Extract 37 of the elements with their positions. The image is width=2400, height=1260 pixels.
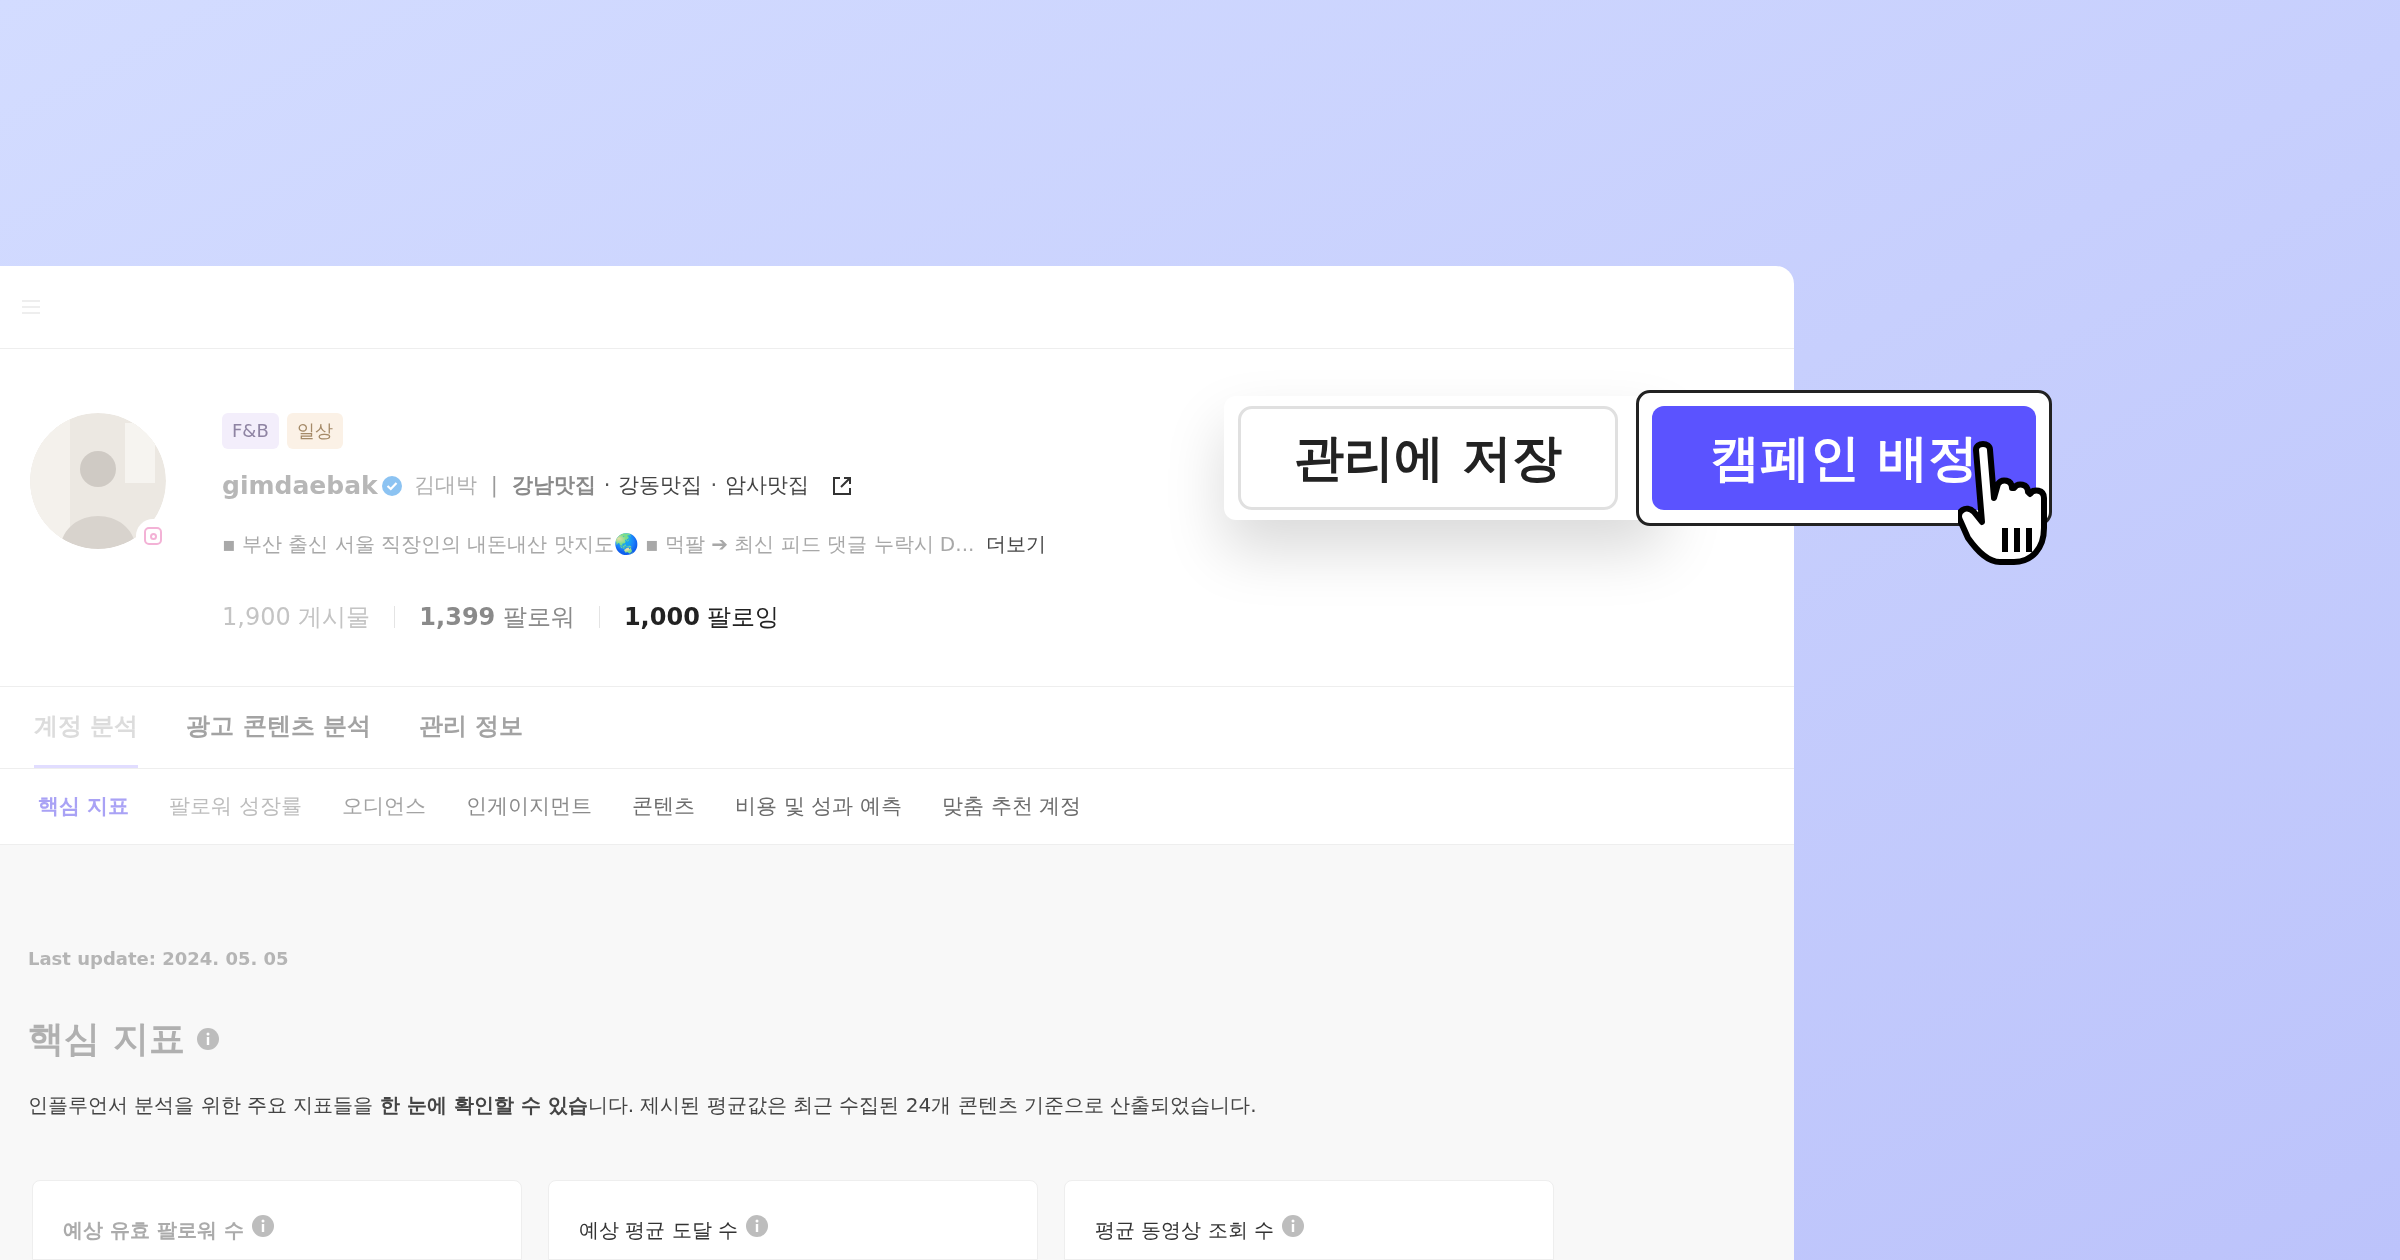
metric-label: 예상 유효 팔로워 수 xyxy=(63,1217,244,1244)
keyword: 강남맛집 xyxy=(511,472,596,500)
info-icon xyxy=(1282,1215,1305,1237)
dot-separator: · xyxy=(710,472,718,500)
subtab[interactable]: 핵심 지표 xyxy=(38,790,130,823)
display-name: 김대박 xyxy=(413,472,477,500)
keyword: 강동맛집 xyxy=(618,472,703,500)
subtab[interactable]: 맞춤 추천 계정 xyxy=(942,790,1082,823)
subtab[interactable]: 오디언스 xyxy=(342,790,426,823)
section-title: 핵심 지표 xyxy=(28,1017,185,1061)
info-icon xyxy=(251,1215,274,1237)
tab[interactable]: 광고 콘텐츠 분석 xyxy=(186,687,372,768)
section-description: 인플루언서 분석을 위한 주요 지표들을 한 눈에 확인할 수 있습니다. 제시된 평균값은 최근 수집된 24개 콘텐츠 기준으로 산출되었습니다. xyxy=(28,1092,1258,1119)
subtab[interactable]: 콘텐츠 xyxy=(632,790,695,823)
username: gimdaebak xyxy=(222,470,378,503)
more-link[interactable]: 더보기 xyxy=(986,528,1047,559)
info-icon xyxy=(196,1028,219,1050)
dot-separator: · xyxy=(603,472,611,500)
metric-label: 예상 평균 도달 수 xyxy=(579,1217,739,1244)
last-update-text: Last update: 2024. 05. 05 xyxy=(28,947,290,971)
subtab[interactable]: 비용 및 성과 예측 xyxy=(735,790,903,823)
bio-text: ▪ 부산 출신 서울 직장인의 내돈내산 맛지도🌏 ▪ 먹팔 ➔ 최신 피드 댓글 누락시 D... xyxy=(222,530,975,558)
keyword: 암사맛집 xyxy=(725,472,810,500)
subtab[interactable]: 팔로워 성장률 xyxy=(169,790,302,823)
metric-label: 평균 동영상 조회 수 xyxy=(1095,1217,1275,1244)
assign-campaign-button[interactable]: 캠페인 배정 xyxy=(1652,406,2036,510)
separator: | xyxy=(490,472,498,500)
external-link-icon[interactable] xyxy=(831,474,854,497)
stat: 1,900 게시물 xyxy=(222,601,371,633)
save-button[interactable]: 관리에 저장 xyxy=(1238,406,1618,510)
info-icon xyxy=(746,1215,769,1237)
stat: 1,399 팔로워 xyxy=(419,601,575,633)
stat: 1,000 팔로잉 xyxy=(623,601,780,633)
category-tag: F&B xyxy=(222,413,279,450)
subtab[interactable]: 인게이지먼트 xyxy=(466,790,592,823)
tab[interactable]: 관리 정보 xyxy=(419,687,524,768)
category-tag: 일상 xyxy=(286,413,343,450)
